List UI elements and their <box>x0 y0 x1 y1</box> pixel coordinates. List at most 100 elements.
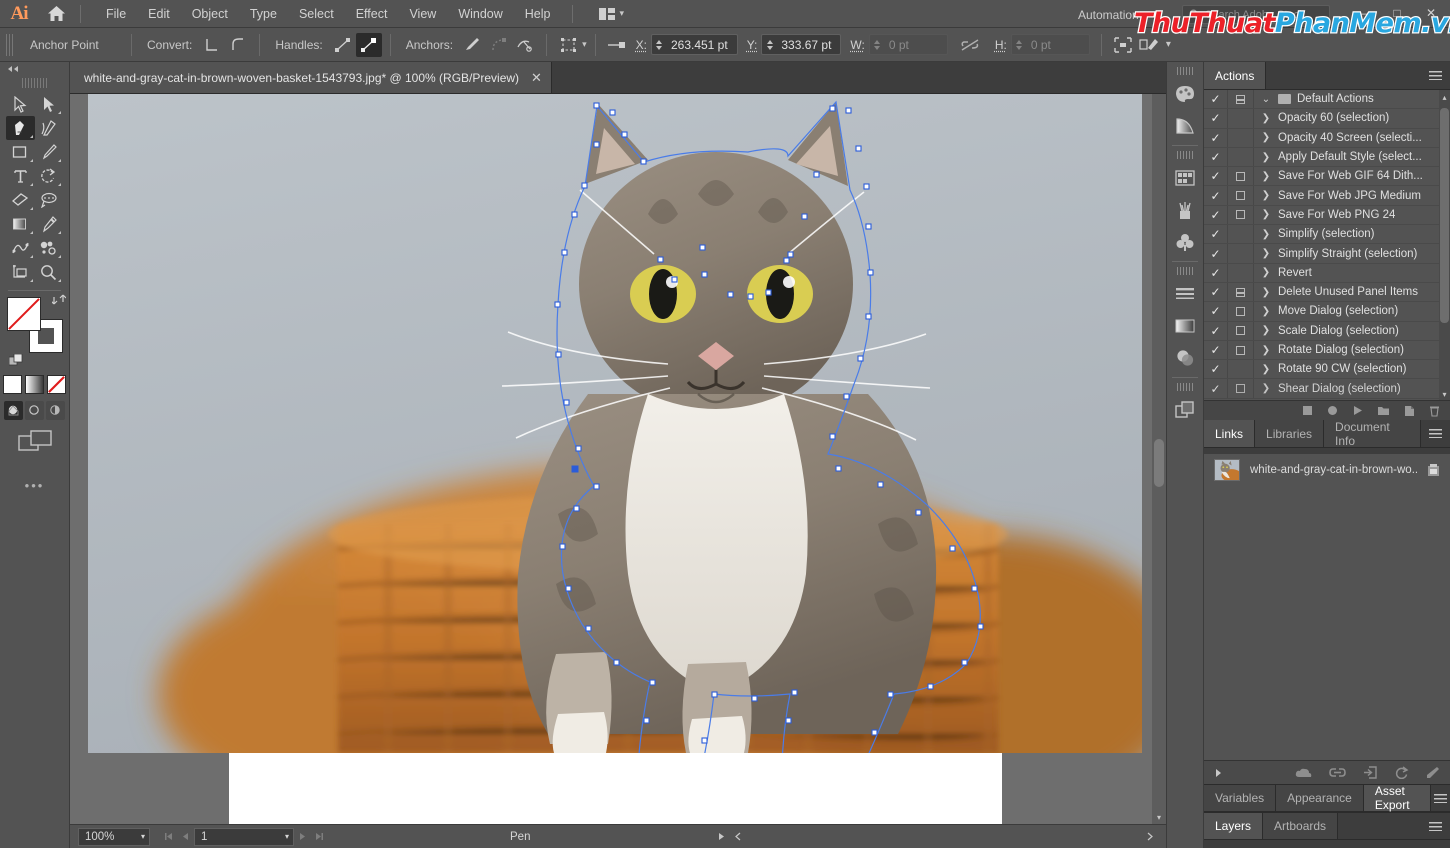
y-coordinate-field[interactable]: 333.67 pt <box>761 34 842 55</box>
color-guide-panel-icon[interactable] <box>1167 110 1203 142</box>
symbols-panel-icon[interactable] <box>1167 226 1203 258</box>
action-item-row[interactable]: ✓ ❯ Rotate Dialog (selection) <box>1204 340 1450 361</box>
tab-document-info[interactable]: Document Info <box>1324 420 1422 448</box>
expand-arrow-icon[interactable]: ❯ <box>1254 383 1278 394</box>
cut-path-icon[interactable] <box>512 33 538 57</box>
eraser-tool[interactable] <box>6 188 35 212</box>
action-item-row[interactable]: ✓ ❯ Simplify Straight (selection) <box>1204 244 1450 264</box>
asset-export-panel-menu-button[interactable] <box>1431 785 1450 811</box>
maximize-button[interactable]: □ <box>1380 2 1414 24</box>
expand-arrow-icon[interactable]: ❯ <box>1254 287 1278 298</box>
rail-grip[interactable] <box>1177 151 1193 159</box>
x-coordinate-field[interactable]: 263.451 pt <box>650 34 738 55</box>
action-item-row[interactable]: ✓ ❯ Save For Web PNG 24 <box>1204 205 1450 226</box>
actions-panel-menu-button[interactable] <box>1420 62 1450 89</box>
update-link-button[interactable] <box>1395 766 1409 779</box>
last-artboard-button[interactable] <box>311 832 328 841</box>
actions-scrollbar[interactable]: ▴ ▾ <box>1439 90 1450 401</box>
links-panel-menu-button[interactable] <box>1421 420 1450 447</box>
go-to-link-button[interactable] <box>1363 766 1378 779</box>
rail-grip[interactable] <box>1177 383 1193 391</box>
action-dialog-toggle[interactable] <box>1228 244 1254 263</box>
delete-selection-button[interactable] <box>1429 405 1440 417</box>
color-mode-none[interactable] <box>47 375 66 394</box>
action-item-row[interactable]: ✓ ❯ Opacity 60 (selection) <box>1204 109 1450 129</box>
change-screen-mode-button[interactable] <box>0 430 69 456</box>
actions-set-row[interactable]: ✓ ⌄ Default Actions <box>1204 90 1450 110</box>
menu-view[interactable]: View <box>398 3 447 25</box>
x-stepper[interactable] <box>652 39 667 51</box>
tab-links[interactable]: Links <box>1204 420 1256 447</box>
show-handles-icon[interactable] <box>330 33 356 57</box>
home-icon[interactable] <box>38 5 74 22</box>
control-bar-grip[interactable] <box>6 33 15 56</box>
current-tool-status[interactable]: Pen <box>328 831 713 843</box>
close-button[interactable]: ✕ <box>1414 2 1448 24</box>
action-toggle-checkbox[interactable]: ✓ <box>1204 282 1228 302</box>
action-toggle-checkbox[interactable]: ✓ <box>1204 225 1228 244</box>
action-item-row[interactable]: ✓ ❯ Rotate 90 CW (selection) <box>1204 360 1450 380</box>
menu-help[interactable]: Help <box>514 3 562 25</box>
action-toggle-checkbox[interactable]: ✓ <box>1204 360 1228 379</box>
align-caret-icon[interactable]: ▾ <box>582 39 587 50</box>
create-new-action-button[interactable] <box>1404 405 1415 417</box>
color-panel-icon[interactable] <box>1167 78 1203 110</box>
rail-grip[interactable] <box>1177 267 1193 275</box>
arrange-documents-button[interactable]: ▾ <box>593 5 631 23</box>
close-icon[interactable]: ✕ <box>531 70 542 86</box>
document-tab[interactable]: white-and-gray-cat-in-brown-woven-basket… <box>70 62 552 93</box>
expand-arrow-icon[interactable]: ❯ <box>1254 325 1278 336</box>
action-dialog-toggle[interactable] <box>1228 205 1254 225</box>
swatches-panel-icon[interactable] <box>1167 162 1203 194</box>
action-toggle-checkbox[interactable]: ✓ <box>1204 321 1228 340</box>
draw-inside[interactable] <box>46 401 65 420</box>
create-new-set-button[interactable] <box>1377 405 1390 416</box>
next-artboard-button[interactable] <box>294 832 311 841</box>
draw-normal[interactable] <box>4 401 23 420</box>
transparency-panel-icon[interactable] <box>1167 342 1203 374</box>
action-dialog-toggle[interactable] <box>1228 263 1254 282</box>
action-toggle-checkbox[interactable]: ✓ <box>1204 205 1228 225</box>
lasso-tool[interactable] <box>35 188 64 212</box>
first-artboard-button[interactable] <box>160 832 177 841</box>
toolbar-overflow-button[interactable]: ••• <box>0 478 69 493</box>
convert-to-corner-icon[interactable] <box>199 33 225 57</box>
isolate-selected-icon[interactable] <box>1110 33 1136 57</box>
action-toggle-checkbox[interactable]: ✓ <box>1204 244 1228 263</box>
scroll-down-button[interactable]: ▾ <box>1152 810 1166 824</box>
artboard-tool[interactable] <box>6 260 35 284</box>
action-toggle-checkbox[interactable]: ✓ <box>1204 340 1228 360</box>
direct-selection-tool[interactable] <box>35 92 64 116</box>
scrollbar-thumb[interactable] <box>1154 439 1164 487</box>
relink-from-cc-libraries-button[interactable] <box>1295 767 1312 779</box>
tab-asset-export[interactable]: Asset Export <box>1363 784 1431 812</box>
expand-arrow-icon[interactable]: ❯ <box>1254 345 1278 356</box>
action-item-row[interactable]: ✓ ❯ Opacity 40 Screen (selecti... <box>1204 128 1450 148</box>
expand-arrow-icon[interactable]: ❯ <box>1254 248 1278 259</box>
rotate-tool[interactable] <box>35 164 64 188</box>
action-item-row[interactable]: ✓ ❯ Shear Dialog (selection) <box>1204 379 1450 399</box>
y-value[interactable]: 333.67 pt <box>777 38 840 52</box>
expand-arrow-icon[interactable]: ❯ <box>1254 113 1278 124</box>
toolbar-grip[interactable] <box>21 78 48 88</box>
action-dialog-toggle[interactable] <box>1228 167 1254 186</box>
expand-arrow-icon[interactable]: ❯ <box>1254 229 1278 240</box>
zoom-level-select[interactable]: 100% ▾ <box>78 827 150 846</box>
set-expand-arrow-icon[interactable]: ⌄ <box>1254 94 1278 105</box>
paintbrush-tool[interactable] <box>35 140 64 164</box>
expand-arrow-icon[interactable]: ❯ <box>1254 190 1278 201</box>
action-item-row[interactable]: ✓ ❯ Apply Default Style (select... <box>1204 147 1450 168</box>
adobe-stock-search-input[interactable]: Search Adobe Stock <box>1182 5 1330 24</box>
tab-layers[interactable]: Layers <box>1204 813 1264 839</box>
expand-arrow-icon[interactable]: ❯ <box>1254 171 1278 182</box>
remove-anchor-icon[interactable] <box>460 33 486 57</box>
edit-toolbar-icon[interactable] <box>1136 33 1162 57</box>
brushes-panel-icon[interactable] <box>1167 194 1203 226</box>
menu-object[interactable]: Object <box>181 3 239 25</box>
swap-fill-stroke-icon[interactable] <box>51 293 66 306</box>
expand-arrow-icon[interactable]: ❯ <box>1254 306 1278 317</box>
set-dialog-toggle[interactable] <box>1228 90 1254 109</box>
tab-appearance[interactable]: Appearance <box>1276 785 1364 811</box>
action-item-row[interactable]: ✓ ❯ Move Dialog (selection) <box>1204 302 1450 322</box>
edit-original-button[interactable] <box>1426 766 1440 779</box>
